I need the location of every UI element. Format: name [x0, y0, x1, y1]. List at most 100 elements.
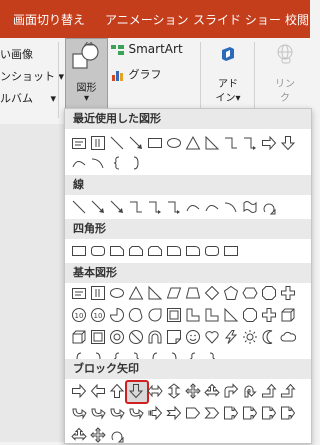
arrowline-shape-icon[interactable] — [109, 199, 125, 215]
elbowarr-shape-icon[interactable] — [242, 135, 258, 151]
chord-shape-icon[interactable] — [128, 307, 144, 323]
cloud-shape-icon[interactable] — [280, 329, 296, 345]
trap-shape-icon[interactable] — [185, 285, 201, 301]
bolt-shape-icon[interactable] — [223, 329, 239, 345]
plus-shape-icon[interactable] — [261, 307, 277, 323]
round1-shape-icon[interactable] — [185, 243, 201, 259]
photo-album-button[interactable]: ルバム ▾ — [0, 90, 56, 106]
loop-shape-icon[interactable] — [109, 427, 125, 443]
arc-shape-icon[interactable] — [90, 155, 106, 171]
rtri-shape-icon[interactable] — [223, 307, 239, 323]
uturn-shape-icon[interactable] — [242, 383, 258, 399]
donut-shape-icon[interactable] — [109, 329, 125, 345]
elbow-shape-icon[interactable] — [223, 135, 239, 151]
callout-shape-icon[interactable] — [242, 405, 258, 421]
heart-shape-icon[interactable] — [204, 329, 220, 345]
curve-shape-icon[interactable] — [185, 199, 201, 215]
rarrow-shape-icon[interactable] — [71, 383, 87, 399]
pie-shape-icon[interactable] — [109, 307, 125, 323]
line-shape-icon[interactable] — [71, 199, 87, 215]
block-shape-icon[interactable] — [147, 329, 163, 345]
larrow-shape-icon[interactable] — [90, 383, 106, 399]
lrup-shape-icon[interactable] — [71, 427, 87, 443]
cube-shape-icon[interactable] — [280, 307, 296, 323]
curvedR-shape-icon[interactable] — [71, 405, 87, 421]
elbowarr-shape-icon[interactable] — [147, 199, 163, 215]
arrowline-shape-icon[interactable] — [128, 135, 144, 151]
elbowarr-shape-icon[interactable] — [166, 199, 182, 215]
shapes-button[interactable]: 図形 ▾ — [65, 38, 108, 110]
sun-shape-icon[interactable] — [242, 329, 258, 345]
curvedR-shape-icon[interactable] — [128, 405, 144, 421]
rtri-shape-icon[interactable] — [147, 285, 163, 301]
online-pictures-button[interactable]: い画像 — [0, 46, 33, 62]
rect-shape-icon[interactable] — [147, 135, 163, 151]
curve-shape-icon[interactable] — [204, 199, 220, 215]
pent-shape-icon[interactable] — [223, 285, 239, 301]
curvedR-shape-icon[interactable] — [109, 405, 125, 421]
udarrow-shape-icon[interactable] — [166, 383, 182, 399]
rect-shape-icon[interactable] — [71, 243, 87, 259]
tear-shape-icon[interactable] — [147, 307, 163, 323]
addins-button[interactable]: アド イン▾ — [206, 38, 250, 110]
loop-shape-icon[interactable] — [261, 199, 277, 215]
quad-shape-icon[interactable] — [90, 427, 106, 443]
bentup-shape-icon[interactable] — [280, 383, 296, 399]
bracket2-shape-icon[interactable] — [128, 155, 144, 171]
darrow-shape-icon[interactable] — [125, 380, 149, 404]
screenshot-button[interactable]: ンショット ▾ — [0, 68, 64, 84]
cube-shape-icon[interactable] — [71, 329, 87, 345]
lshape-shape-icon[interactable] — [204, 307, 220, 323]
quad-shape-icon[interactable] — [185, 383, 201, 399]
circnum-shape-icon[interactable]: 10 — [71, 307, 87, 323]
tri-shape-icon[interactable] — [185, 135, 201, 151]
vtext-shape-icon[interactable] — [90, 135, 106, 151]
snip2-shape-icon[interactable] — [128, 243, 144, 259]
oct-shape-icon[interactable] — [261, 285, 277, 301]
rarrow-shape-icon[interactable] — [261, 135, 277, 151]
smartart-button[interactable]: SmartArt — [111, 42, 183, 56]
textbox-shape-icon[interactable] — [71, 285, 87, 301]
callout-shape-icon[interactable] — [261, 405, 277, 421]
bent-shape-icon[interactable] — [223, 383, 239, 399]
hex-shape-icon[interactable] — [242, 285, 258, 301]
line-shape-icon[interactable] — [109, 135, 125, 151]
circnum-shape-icon[interactable]: 10 — [90, 307, 106, 323]
snip-shape-icon[interactable] — [109, 243, 125, 259]
oval-shape-icon[interactable] — [109, 285, 125, 301]
curvedR-shape-icon[interactable] — [90, 405, 106, 421]
plus-shape-icon[interactable] — [280, 285, 296, 301]
uarrow-shape-icon[interactable] — [109, 383, 125, 399]
tab-transitions[interactable]: 画面切り替え — [13, 0, 85, 38]
fold-shape-icon[interactable] — [166, 329, 182, 345]
striped-shape-icon[interactable] — [147, 405, 163, 421]
lrup-shape-icon[interactable] — [204, 383, 220, 399]
link-button[interactable]: リン ク — [262, 38, 308, 110]
chevron-shape-icon[interactable] — [204, 405, 220, 421]
arc-shape-icon[interactable] — [223, 199, 239, 215]
noSym-shape-icon[interactable] — [128, 329, 144, 345]
oct-shape-icon[interactable] — [242, 307, 258, 323]
arrowline-shape-icon[interactable] — [90, 199, 106, 215]
bentup-shape-icon[interactable] — [261, 383, 277, 399]
wave-shape-icon[interactable] — [242, 199, 258, 215]
callout-shape-icon[interactable] — [223, 405, 239, 421]
tab-animations[interactable]: アニメーション — [105, 0, 189, 38]
roundrect-shape-icon[interactable] — [204, 243, 220, 259]
elbow-shape-icon[interactable] — [128, 199, 144, 215]
textbox-shape-icon[interactable] — [71, 135, 87, 151]
penta-shape-icon[interactable] — [185, 405, 201, 421]
moon-shape-icon[interactable] — [261, 329, 277, 345]
callout-shape-icon[interactable] — [280, 405, 296, 421]
brace-shape-icon[interactable] — [109, 155, 125, 171]
roundrect-shape-icon[interactable] — [90, 243, 106, 259]
rtri-shape-icon[interactable] — [204, 135, 220, 151]
oval-shape-icon[interactable] — [166, 135, 182, 151]
notch-shape-icon[interactable] — [166, 405, 182, 421]
vtext-shape-icon[interactable] — [90, 285, 106, 301]
tri-shape-icon[interactable] — [128, 285, 144, 301]
rect-shape-icon[interactable] — [223, 243, 239, 259]
snip2-shape-icon[interactable] — [147, 243, 163, 259]
tab-slideshow[interactable]: スライド ショー — [193, 0, 281, 38]
darrow-shape-icon[interactable] — [280, 135, 296, 151]
